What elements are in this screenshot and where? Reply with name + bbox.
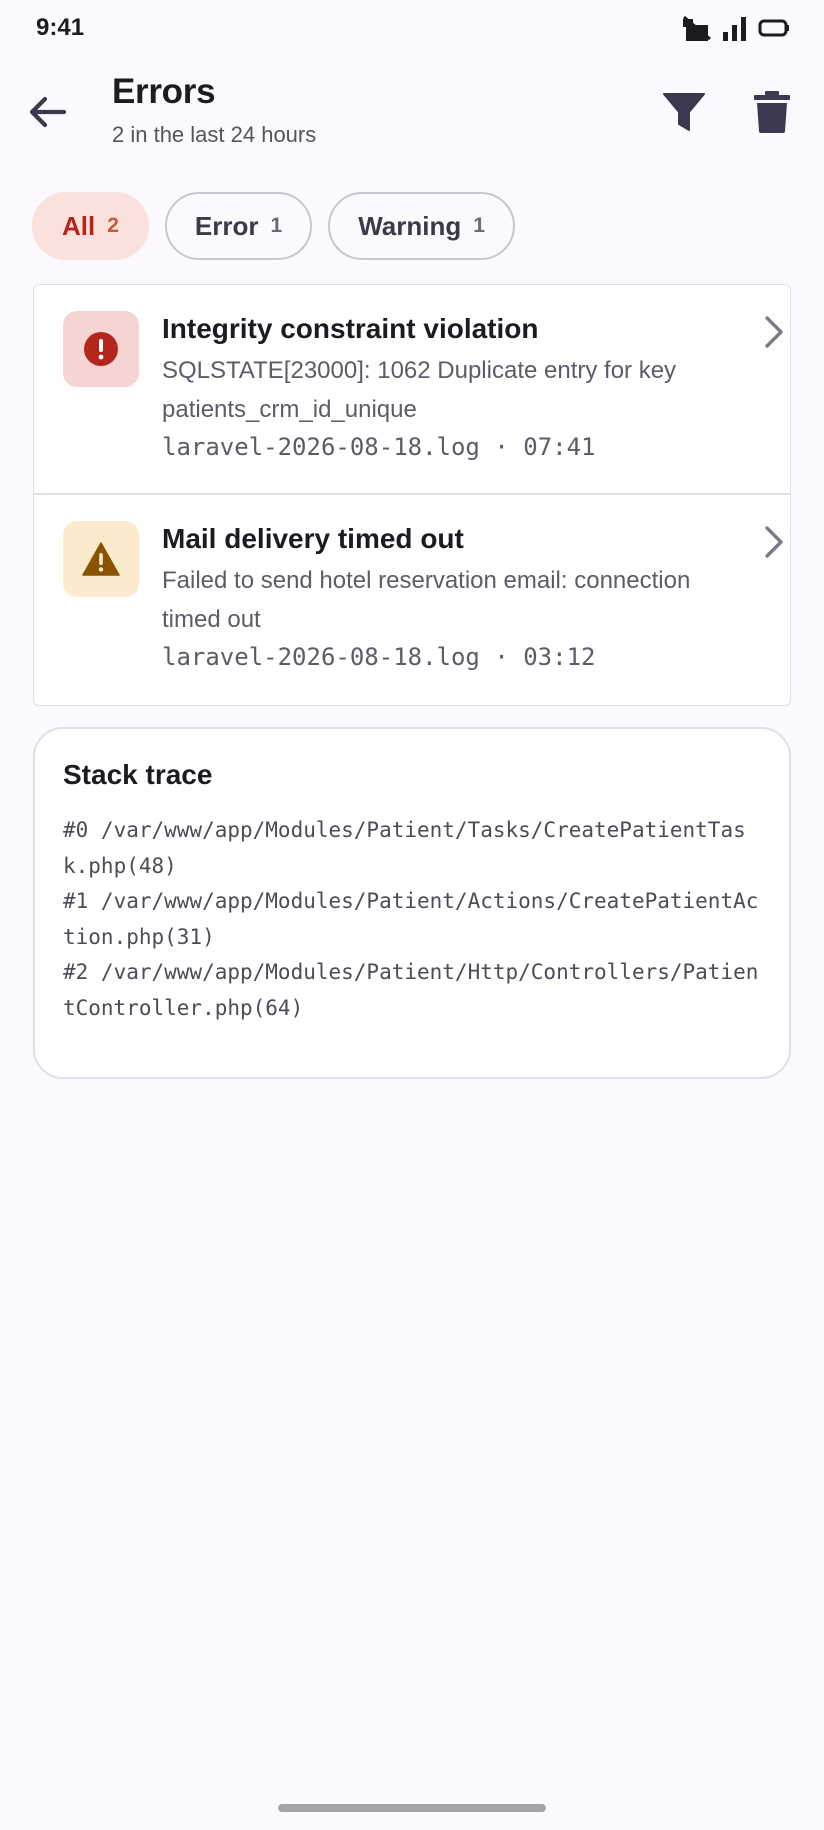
filter-button[interactable]: [658, 88, 710, 140]
battery-icon: [758, 19, 790, 37]
stack-trace-title: Stack trace: [63, 759, 213, 790]
arrow-left-icon: [28, 95, 68, 134]
back-button[interactable]: [22, 88, 74, 140]
chip-label: Error: [194, 210, 259, 241]
stack-trace-line: #0 /var/www/app/Modules/Patient/Tasks/Cr…: [63, 818, 746, 878]
chevron-right-icon: [762, 525, 786, 564]
stack-trace-lines: #0 /var/www/app/Modules/Patient/Tasks/Cr…: [63, 813, 765, 1026]
chip-count: 2: [107, 214, 119, 237]
entry-text: Mail delivery timed out Failed to send h…: [162, 521, 702, 671]
status-bar: 9:41: [0, 0, 824, 56]
entry-meta: laravel-2026-08-18.log · 03:12: [162, 643, 596, 672]
signal-icon: [722, 15, 748, 41]
chip-error[interactable]: Error 1: [164, 192, 313, 260]
entry-message: SQLSTATE[23000]: 1062 Duplicate entry fo…: [162, 357, 677, 424]
trash-icon: [753, 90, 791, 138]
home-indicator[interactable]: [278, 1804, 546, 1812]
entry-title: Integrity constraint violation: [162, 313, 539, 344]
entry-message: Failed to send hotel reservation email: …: [162, 567, 691, 634]
log-entry[interactable]: Mail delivery timed out Failed to send h…: [34, 495, 790, 705]
chip-count: 1: [473, 214, 485, 237]
title-block: Errors 2 in the last 24 hours: [112, 72, 316, 148]
stack-trace-card: Stack trace #0 /var/www/app/Modules/Pati…: [33, 727, 791, 1079]
filter-icon: [662, 92, 706, 137]
status-time: 9:41: [36, 14, 85, 41]
chevron-right-icon: [762, 315, 786, 354]
delete-button[interactable]: [746, 88, 798, 140]
chip-label: Warning: [358, 210, 462, 241]
entry-text: Integrity constraint violation SQLSTATE[…: [162, 311, 702, 461]
chip-count: 1: [270, 214, 283, 237]
log-entry-list: Integrity constraint violation SQLSTATE[…: [33, 284, 791, 706]
log-entry[interactable]: Integrity constraint violation SQLSTATE[…: [34, 285, 790, 495]
filter-chips: All 2 Error 1 Warning 1: [32, 192, 515, 260]
chip-label: All: [62, 210, 96, 241]
status-icons: [682, 15, 790, 41]
chip-all[interactable]: All 2: [32, 192, 149, 260]
stack-trace-line: #2 /var/www/app/Modules/Patient/Http/Con…: [63, 960, 759, 1020]
page-subtitle: 2 in the last 24 hours: [112, 122, 317, 147]
warning-icon: [63, 521, 139, 597]
chip-warning[interactable]: Warning 1: [328, 192, 515, 260]
top-app-bar: Errors 2 in the last 24 hours: [0, 70, 824, 160]
page-title: Errors: [112, 72, 216, 111]
wifi-off-icon: [682, 15, 712, 41]
entry-meta: laravel-2026-08-18.log · 07:41: [162, 433, 596, 462]
entry-title: Mail delivery timed out: [162, 523, 464, 554]
stack-trace-line: #1 /var/www/app/Modules/Patient/Actions/…: [63, 889, 759, 949]
error-icon: [63, 311, 139, 387]
